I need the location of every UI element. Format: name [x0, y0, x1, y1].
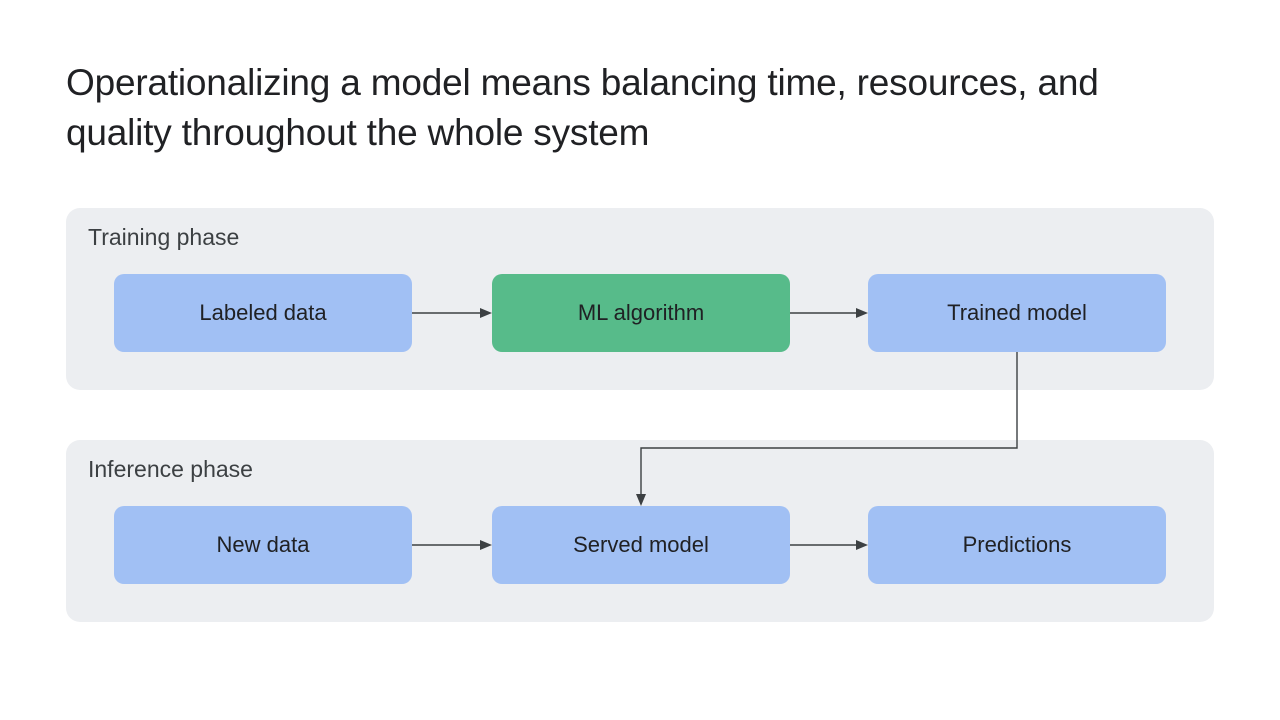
- node-label: Labeled data: [199, 300, 326, 326]
- inference-phase-panel: Inference phase New data Served model Pr…: [66, 440, 1214, 622]
- node-label: Served model: [573, 532, 709, 558]
- node-predictions: Predictions: [868, 506, 1166, 584]
- inference-phase-label: Inference phase: [88, 456, 253, 483]
- node-trained-model: Trained model: [868, 274, 1166, 352]
- slide-title: Operationalizing a model means balancing…: [66, 58, 1214, 158]
- node-label: Predictions: [963, 532, 1072, 558]
- training-phase-panel: Training phase Labeled data ML algorithm…: [66, 208, 1214, 390]
- node-label: Trained model: [947, 300, 1087, 326]
- slide: Operationalizing a model means balancing…: [0, 0, 1280, 720]
- node-label: New data: [217, 532, 310, 558]
- node-ml-algorithm: ML algorithm: [492, 274, 790, 352]
- node-labeled-data: Labeled data: [114, 274, 412, 352]
- training-phase-label: Training phase: [88, 224, 239, 251]
- node-served-model: Served model: [492, 506, 790, 584]
- node-label: ML algorithm: [578, 300, 704, 326]
- node-new-data: New data: [114, 506, 412, 584]
